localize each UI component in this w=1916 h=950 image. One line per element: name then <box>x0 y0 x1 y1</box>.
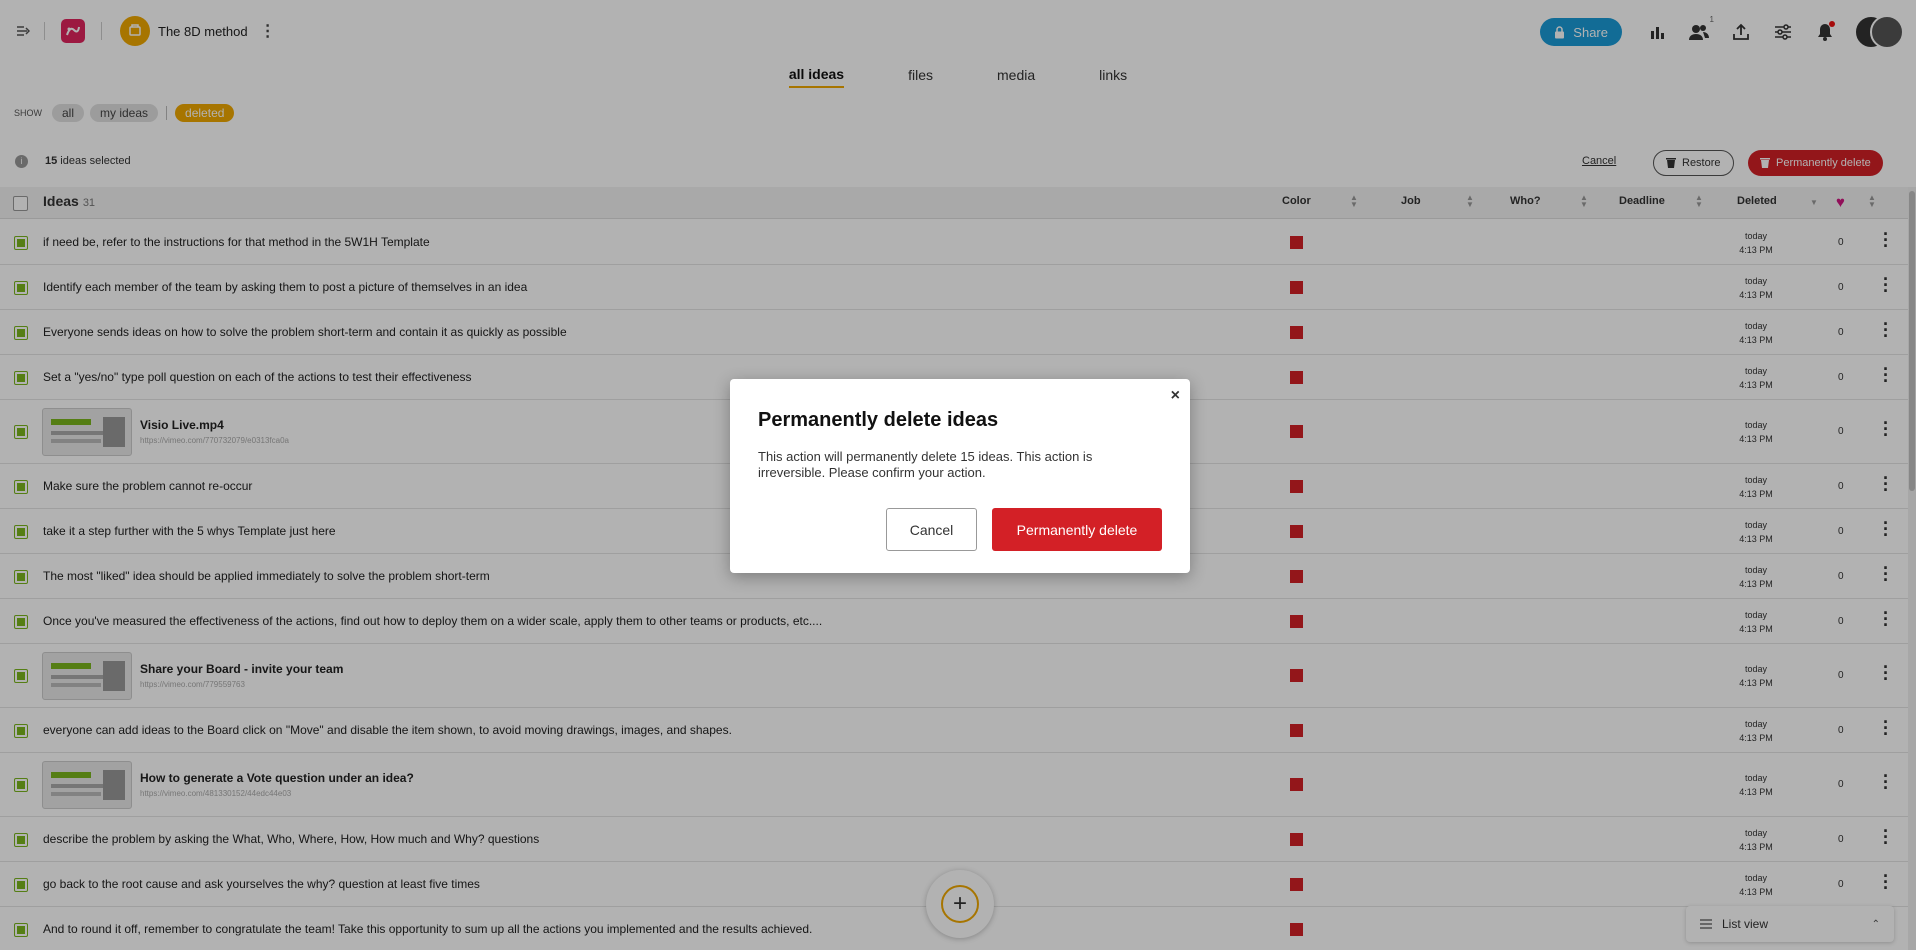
dialog-title: Permanently delete ideas <box>758 409 999 431</box>
close-icon[interactable]: × <box>1171 387 1180 405</box>
dialog-cancel-button[interactable]: Cancel <box>886 508 977 551</box>
dialog-message: This action will permanently delete 15 i… <box>758 449 1093 480</box>
confirm-delete-dialog: × Permanently delete ideas This action w… <box>730 379 1190 573</box>
dialog-confirm-button[interactable]: Permanently delete <box>992 508 1162 551</box>
